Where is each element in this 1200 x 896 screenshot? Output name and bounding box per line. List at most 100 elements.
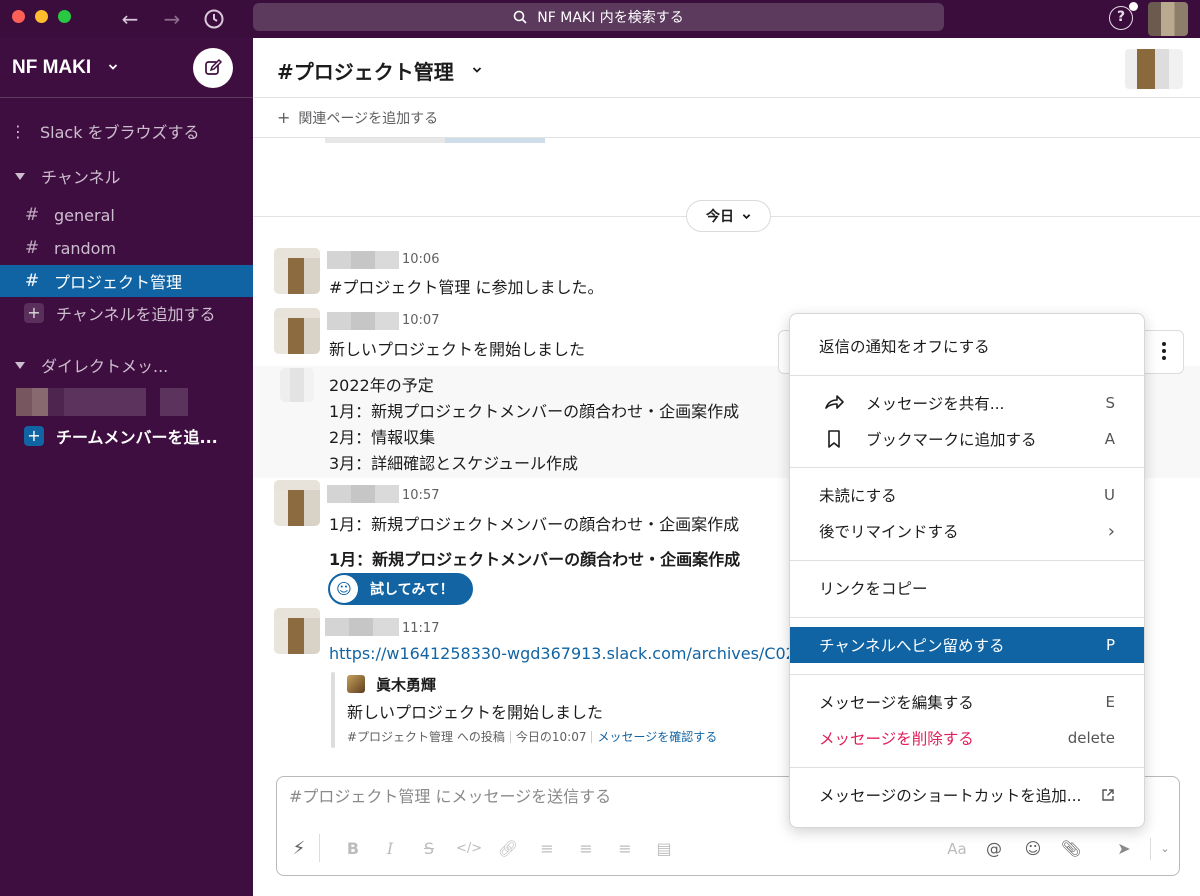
- workspace-header: NF MAKI: [0, 38, 253, 98]
- mention-icon[interactable]: @: [982, 837, 1006, 861]
- send-options-chevron-icon[interactable]: ⌄: [1153, 837, 1177, 861]
- caret-down-icon: [15, 361, 25, 369]
- channel-title[interactable]: #プロジェクト管理: [277, 56, 454, 85]
- menu-item-add-shortcut[interactable]: メッセージのショートカットを追加...: [790, 777, 1144, 813]
- code-icon[interactable]: </>: [456, 837, 482, 861]
- message-text: 1月：新規プロジェクトメンバーの顔合わせ・企画案作成: [329, 402, 740, 421]
- history-clock-icon[interactable]: [200, 5, 228, 33]
- chevron-down-icon: [742, 213, 751, 219]
- dm-section-header[interactable]: ダイレクトメッ...: [0, 350, 253, 380]
- message-text: 2022年の予定: [329, 376, 434, 395]
- day-divider-button[interactable]: 今日: [686, 200, 771, 232]
- forward-arrow-icon[interactable]: →: [158, 5, 186, 33]
- close-window-button[interactable]: [12, 10, 25, 23]
- link-icon[interactable]: 🔗︎: [496, 837, 520, 861]
- menu-divider: [790, 767, 1144, 768]
- menu-item-delete-message[interactable]: メッセージを削除する delete: [790, 720, 1144, 756]
- message-link[interactable]: https://w1641258330-wgd367913.slack.com/…: [329, 644, 826, 663]
- bold-icon[interactable]: B: [341, 837, 365, 861]
- menu-divider: [790, 617, 1144, 618]
- menu-item-add-bookmark[interactable]: ブックマークに追加する A: [790, 421, 1144, 457]
- message-timestamp[interactable]: 10:07: [402, 313, 439, 328]
- channel-members-avatar[interactable]: [1125, 49, 1183, 89]
- sidebar-item-browse[interactable]: ⋮ Slack をブラウズする: [0, 116, 253, 146]
- workspace-name[interactable]: NF MAKI: [12, 57, 91, 79]
- chevron-right-icon: ›: [1107, 520, 1115, 542]
- search-icon: [513, 10, 527, 24]
- send-icon[interactable]: ➤: [1112, 837, 1136, 861]
- sender-name-blurred[interactable]: [327, 251, 399, 269]
- sender-name-blurred[interactable]: [327, 312, 399, 330]
- chevron-down-icon[interactable]: [108, 62, 118, 72]
- plus-icon: +: [277, 108, 291, 127]
- menu-item-remind-later[interactable]: 後でリマインドする ›: [790, 513, 1144, 549]
- add-bookmark-button[interactable]: + 関連ページを追加する: [253, 98, 1200, 138]
- avatar[interactable]: [274, 248, 320, 294]
- channel-header: #プロジェクト管理: [253, 38, 1200, 98]
- sidebar-item-general[interactable]: # general: [0, 200, 253, 230]
- more-vertical-icon: ⋮: [10, 121, 26, 141]
- user-avatar[interactable]: [1148, 2, 1188, 36]
- compose-icon: [205, 58, 223, 75]
- try-it-button[interactable]: ☺ 試してみて！: [328, 573, 473, 605]
- sender-name-blurred[interactable]: [327, 485, 399, 503]
- dm-item-blurred[interactable]: [16, 388, 188, 416]
- chevron-down-icon[interactable]: [472, 65, 482, 75]
- sender-name-blurred[interactable]: [325, 618, 399, 636]
- shortcuts-lightning-icon[interactable]: ⚡︎: [287, 837, 311, 861]
- message-text: 1月：新規プロジェクトメンバーの顔合わせ・企画案作成: [329, 515, 740, 534]
- add-teammate-button[interactable]: + チームメンバーを追...: [0, 421, 253, 451]
- message-timestamp[interactable]: 10:57: [402, 488, 439, 503]
- quote-bar: [331, 672, 335, 748]
- channels-section-header[interactable]: チャンネル: [0, 161, 253, 191]
- menu-item-copy-link[interactable]: リンクをコピー: [790, 570, 1144, 606]
- blockquote-icon[interactable]: ≡: [613, 837, 637, 861]
- quote-text: 新しいプロジェクトを開始しました: [347, 703, 604, 722]
- quote-time[interactable]: 今日の10:07: [516, 730, 587, 744]
- avatar[interactable]: [274, 308, 320, 354]
- quote-author-name[interactable]: 眞木勇輝: [376, 674, 436, 695]
- quote-meta: #プロジェクト管理 への投稿 今日の10:07 メッセージを確認する: [347, 728, 717, 745]
- sidebar-item-random[interactable]: # random: [0, 233, 253, 263]
- message-timestamp[interactable]: 10:06: [402, 252, 439, 267]
- plus-icon: +: [24, 303, 44, 323]
- menu-item-share-message[interactable]: メッセージを共有... S: [790, 385, 1144, 421]
- quote-author-avatar[interactable]: [347, 675, 365, 693]
- avatar[interactable]: [274, 608, 320, 654]
- menu-item-pin-to-channel[interactable]: チャンネルへピン留めする P: [790, 627, 1144, 663]
- formatting-toggle-icon[interactable]: Aa: [945, 837, 969, 861]
- back-arrow-icon[interactable]: ←: [116, 5, 144, 33]
- minimize-window-button[interactable]: [35, 10, 48, 23]
- search-placeholder: NF MAKI 内を検索する: [537, 10, 684, 26]
- compose-button[interactable]: [193, 48, 233, 88]
- more-actions-icon[interactable]: [1148, 334, 1180, 368]
- hash-icon: #: [24, 205, 40, 225]
- message-context-menu: 返信の通知をオフにする メッセージを共有... S ブックマークに追加する A …: [789, 313, 1145, 828]
- italic-icon[interactable]: I: [378, 837, 402, 861]
- add-channel-button[interactable]: + チャンネルを追加する: [0, 298, 253, 328]
- caret-down-icon: [15, 172, 25, 180]
- plus-icon: +: [24, 426, 44, 446]
- ordered-list-icon[interactable]: ≡: [535, 837, 559, 861]
- menu-item-edit-message[interactable]: メッセージを編集する E: [790, 684, 1144, 720]
- message-text: 新しいプロジェクトを開始しました: [329, 340, 586, 359]
- code-block-icon[interactable]: ▤: [652, 837, 676, 861]
- view-message-link[interactable]: メッセージを確認する: [597, 730, 717, 744]
- message-timestamp[interactable]: 11:17: [402, 621, 439, 636]
- scrolled-message-remnant: [325, 138, 545, 143]
- bulleted-list-icon[interactable]: ≡: [574, 837, 598, 861]
- emoji-icon[interactable]: ☺: [1021, 837, 1045, 861]
- quote-channel[interactable]: #プロジェクト管理 への投稿: [347, 730, 505, 744]
- menu-item-mark-unread[interactable]: 未読にする U: [790, 477, 1144, 513]
- search-bar[interactable]: NF MAKI 内を検索する: [253, 3, 944, 31]
- title-bar: ← → NF MAKI 内を検索する ?: [0, 0, 1200, 38]
- message-text: #プロジェクト管理 に参加しました。: [329, 278, 604, 297]
- menu-item-turn-off-reply-notifications[interactable]: 返信の通知をオフにする: [790, 328, 1144, 364]
- avatar[interactable]: [274, 480, 320, 526]
- zoom-window-button[interactable]: [58, 10, 71, 23]
- attachment-icon[interactable]: 📎︎: [1059, 837, 1083, 861]
- hash-icon: #: [24, 271, 40, 291]
- strikethrough-icon[interactable]: S: [417, 837, 441, 861]
- sidebar-item-project-management[interactable]: # プロジェクト管理: [0, 265, 253, 297]
- message-text: 2月：情報収集: [329, 428, 436, 447]
